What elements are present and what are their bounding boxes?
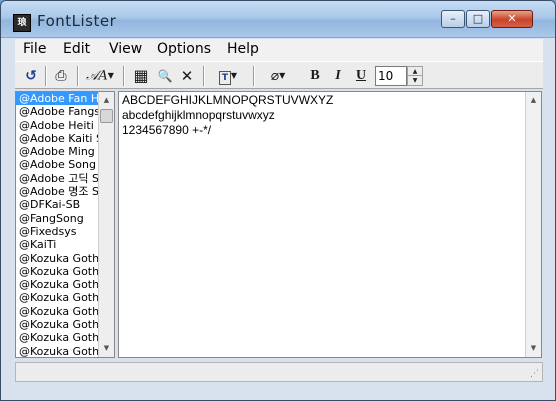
text-dropdown-button[interactable]: T ▼ xyxy=(213,66,243,86)
preview-digits: 1234567890 +-*/ xyxy=(122,123,212,137)
menu-options[interactable]: Options xyxy=(157,41,211,57)
minimize-button[interactable]: – xyxy=(441,10,465,28)
font-list-item[interactable]: @Adobe Fan Heiti xyxy=(16,92,100,106)
preview-lowercase: abcdefghijklmnopqrstuvwxyz xyxy=(122,108,275,122)
font-list-item[interactable]: @Kozuka Gothic xyxy=(16,331,100,344)
preview-uppercase: ABCDEFGHIJKLMNOPQRSTUVWXYZ xyxy=(122,93,334,107)
font-style-icon: 𝒜A xyxy=(86,68,108,84)
font-list-scrollbar[interactable]: ▲ ▼ xyxy=(98,92,114,357)
font-list-item[interactable]: @Adobe Kaiti Std xyxy=(16,132,100,145)
font-list-item[interactable]: @Kozuka Gothic xyxy=(16,291,100,304)
print-icon[interactable]: ⎙ xyxy=(51,66,71,86)
font-preview-pane[interactable]: ABCDEFGHIJKLMNOPQRSTUVWXYZ abcdefghijklm… xyxy=(118,91,542,358)
toolbar-separator xyxy=(253,66,255,86)
font-list[interactable]: @Adobe Fan Heiti@Adobe Fangsong@Adobe He… xyxy=(15,91,115,358)
status-bar: ⋰ xyxy=(15,362,543,382)
scroll-up-icon[interactable]: ▲ xyxy=(99,92,114,109)
underline-button[interactable]: U xyxy=(351,66,371,86)
font-list-item[interactable]: @FangSong xyxy=(16,212,100,225)
preview-scrollbar[interactable]: ▲ ▼ xyxy=(525,92,541,357)
font-dropdown-button[interactable]: 𝒜A▼ xyxy=(83,66,117,86)
font-size-stepper[interactable]: ▲ ▼ xyxy=(407,66,423,86)
toolbar-separator xyxy=(203,66,205,86)
grid-icon[interactable]: ▦ xyxy=(131,66,151,86)
scroll-thumb[interactable] xyxy=(100,109,113,123)
chevron-down-icon: ▼ xyxy=(107,71,114,80)
toolbar: ↺ ⎙ 𝒜A▼ ▦ 🔍 ✕ T ▼ ⌀▼ B I U 10 ▲ ▼ xyxy=(15,61,543,89)
fontlister-window: 琅 FontLister – □ ✕ File Edit View Option… xyxy=(0,0,556,401)
scroll-up-icon[interactable]: ▲ xyxy=(526,92,541,109)
chevron-down-icon: ▼ xyxy=(230,71,238,80)
toolbar-separator xyxy=(123,66,125,86)
font-list-item[interactable]: @KaiTi xyxy=(16,238,100,251)
font-list-item[interactable]: @Kozuka Gothic xyxy=(16,305,100,318)
title-bar[interactable]: 琅 FontLister – □ ✕ xyxy=(1,1,555,38)
eraser-dropdown-button[interactable]: ⌀▼ xyxy=(261,66,295,86)
menu-bar: File Edit View Options Help xyxy=(15,39,543,61)
font-list-item[interactable]: @Fixedsys xyxy=(16,225,100,238)
menu-edit[interactable]: Edit xyxy=(63,41,90,57)
scroll-down-icon[interactable]: ▼ xyxy=(99,340,114,357)
font-list-item[interactable]: @Kozuka Gothic xyxy=(16,265,100,278)
spin-up-icon[interactable]: ▲ xyxy=(408,67,422,76)
spin-down-icon[interactable]: ▼ xyxy=(408,76,422,85)
font-list-item[interactable]: @Kozuka Gothic xyxy=(16,318,100,331)
text-format-icon: T xyxy=(218,71,231,85)
chevron-down-icon: ▼ xyxy=(279,71,286,80)
menu-file[interactable]: File xyxy=(23,41,46,57)
font-list-item[interactable]: @Adobe 명조 Std xyxy=(16,185,100,198)
font-list-item[interactable]: @Adobe 고딕 Std xyxy=(16,172,100,185)
font-list-item[interactable]: @Kozuka Gothic xyxy=(16,345,100,357)
font-list-item[interactable]: @Adobe Fangsong xyxy=(16,105,100,118)
window-title: FontLister xyxy=(37,12,117,30)
toolbar-separator xyxy=(77,66,79,86)
font-list-item[interactable]: @Kozuka Gothic xyxy=(16,278,100,291)
resize-grip-icon[interactable]: ⋰ xyxy=(530,369,540,379)
font-size-input[interactable]: 10 xyxy=(375,66,407,86)
app-icon: 琅 xyxy=(13,14,31,32)
scroll-down-icon[interactable]: ▼ xyxy=(526,340,541,357)
eraser-icon: ⌀ xyxy=(270,68,280,84)
bold-button[interactable]: B xyxy=(305,66,325,86)
font-list-item[interactable]: @Kozuka Gothic xyxy=(16,252,100,265)
preview-icon[interactable]: 🔍 xyxy=(155,66,175,86)
menu-help[interactable]: Help xyxy=(227,41,259,57)
font-list-item[interactable]: @Adobe Ming Std xyxy=(16,145,100,158)
maximize-button[interactable]: □ xyxy=(466,10,490,28)
refresh-icon[interactable]: ↺ xyxy=(21,66,41,86)
toolbar-separator xyxy=(45,66,47,86)
close-button[interactable]: ✕ xyxy=(491,10,533,28)
italic-button[interactable]: I xyxy=(328,66,348,86)
font-list-item[interactable]: @Adobe Song Std xyxy=(16,158,100,171)
delete-icon[interactable]: ✕ xyxy=(177,66,197,86)
menu-view[interactable]: View xyxy=(109,41,142,57)
font-list-item[interactable]: @DFKai-SB xyxy=(16,198,100,211)
font-list-item[interactable]: @Adobe Heiti Std xyxy=(16,119,100,132)
